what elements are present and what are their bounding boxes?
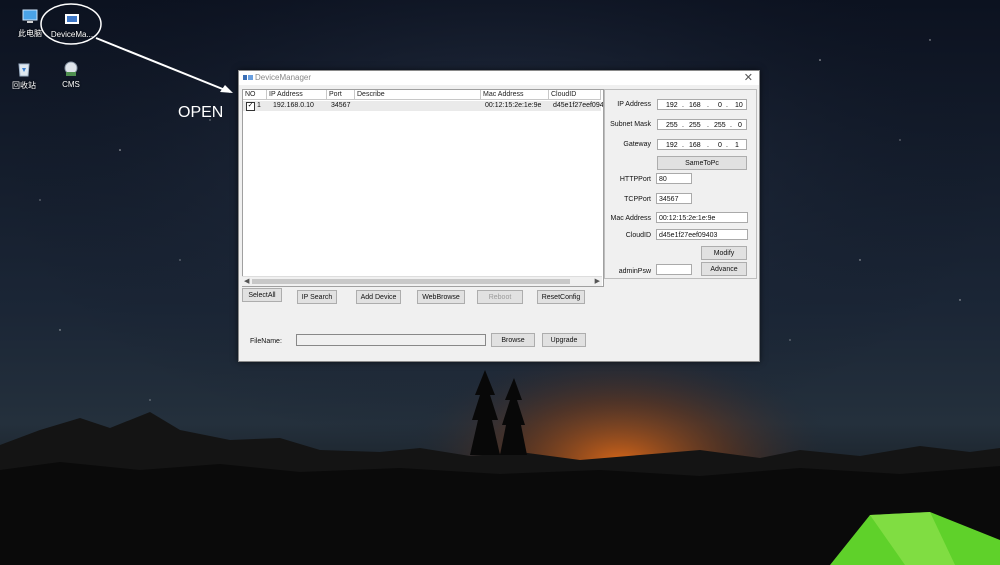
reboot-button[interactable]: Reboot xyxy=(477,290,523,304)
column-header-describe[interactable]: Describe xyxy=(355,90,481,100)
column-header-port[interactable]: Port xyxy=(327,90,355,100)
filename-label: FileName: xyxy=(250,338,282,345)
cloudid-label: CloudID xyxy=(625,232,651,239)
admin-password-field[interactable] xyxy=(656,264,692,275)
column-header-mac[interactable]: Mac Address xyxy=(481,90,549,100)
subnet-mask-label: Subnet Mask xyxy=(610,121,651,128)
desktop-icon-label: CMS xyxy=(62,80,80,89)
scroll-right-icon[interactable]: ▶ xyxy=(595,277,600,285)
close-icon[interactable]: ✕ xyxy=(744,71,753,84)
window-title: DeviceManager xyxy=(255,73,312,82)
ip-address-field[interactable]: 192 . 168 . 0 . 10 xyxy=(657,99,747,110)
column-header-ip[interactable]: IP Address xyxy=(267,90,327,100)
column-header-cloudid[interactable]: CloudID xyxy=(549,90,601,100)
upgrade-button[interactable]: Upgrade xyxy=(542,333,586,347)
window-titlebar[interactable]: DeviceManager ✕ xyxy=(239,71,759,85)
desktop-icon-cms[interactable]: CMS xyxy=(41,60,101,89)
browse-button[interactable]: Browse xyxy=(491,333,535,347)
column-header-no[interactable]: NO xyxy=(243,90,267,100)
devicemanager-window: DeviceManager ✕ NO IP Address Port Descr… xyxy=(238,70,760,362)
computer-icon xyxy=(22,9,38,23)
advance-button[interactable]: Advance xyxy=(701,262,747,276)
mac-address-label: Mac Address xyxy=(610,215,651,222)
http-port-label: HTTPPort xyxy=(619,176,651,183)
devicemanager-icon xyxy=(65,14,79,24)
gateway-label: Gateway xyxy=(623,141,651,148)
desktop-icon-devicemanager[interactable]: DeviceMa... xyxy=(42,10,102,39)
desktop-icon-label: DeviceMa... xyxy=(50,30,94,39)
row-port: 34567 xyxy=(331,102,351,109)
row-checkbox[interactable]: ✓ xyxy=(246,102,255,111)
row-cloudid: d45e1f27eef094 xyxy=(553,102,603,109)
reset-config-button[interactable]: ResetConfig xyxy=(537,290,585,304)
annotation-open-label: OPEN xyxy=(178,104,224,121)
add-device-button[interactable]: Add Device xyxy=(356,290,401,304)
filename-field[interactable] xyxy=(296,334,486,346)
select-all-button[interactable]: SelectAll xyxy=(242,288,282,302)
row-mac: 00:12:15:2e:1e:9e xyxy=(485,102,542,109)
cms-icon xyxy=(64,61,78,76)
admin-password-label: adminPsw xyxy=(618,268,651,275)
scroll-left-icon[interactable]: ◀ xyxy=(244,277,249,285)
subnet-mask-field[interactable]: 255 . 255 . 255 . 0 xyxy=(657,119,747,130)
tcp-port-label: TCPPort xyxy=(624,196,651,203)
http-port-field[interactable]: 80 xyxy=(656,173,692,184)
device-list[interactable]: NO IP Address Port Describe Mac Address … xyxy=(242,89,604,287)
row-describe xyxy=(357,101,359,111)
modify-button[interactable]: Modify xyxy=(701,246,747,260)
webbrowse-button[interactable]: WebBrowse xyxy=(417,290,465,304)
scrollbar-thumb[interactable] xyxy=(252,279,570,284)
recycle-bin-icon xyxy=(18,63,30,77)
same-to-pc-button[interactable]: SameToPc xyxy=(657,156,747,170)
row-no: 1 xyxy=(257,102,261,109)
app-icon xyxy=(243,75,253,80)
ip-address-label: IP Address xyxy=(617,101,651,108)
row-ip: 192.168.0.10 xyxy=(273,102,314,109)
horizontal-scrollbar[interactable]: ◀ ▶ xyxy=(242,276,602,286)
mac-address-field[interactable]: 00:12:15:2e:1e:9e xyxy=(656,212,748,223)
gateway-field[interactable]: 192 . 168 . 0 . 1 xyxy=(657,139,747,150)
cloudid-field[interactable]: d45e1f27eef09403 xyxy=(656,229,748,240)
tcp-port-field[interactable]: 34567 xyxy=(656,193,692,204)
network-settings-panel: IP Address 192 . 168 . 0 . 10 Subnet Mas… xyxy=(604,89,757,279)
ip-search-button[interactable]: IP Search xyxy=(297,290,337,304)
